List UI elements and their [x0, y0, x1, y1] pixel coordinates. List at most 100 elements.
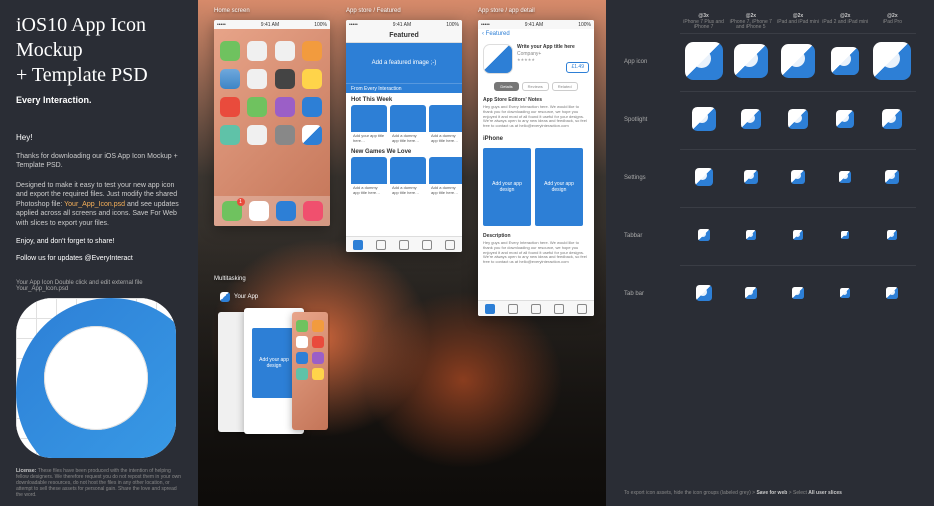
asset-cell: [869, 149, 916, 207]
multitask-card[interactable]: [292, 312, 328, 430]
row-label: Spotlight: [624, 91, 680, 149]
app-icon[interactable]: [247, 69, 267, 89]
asset-icon[interactable]: [841, 231, 849, 239]
tab-icon[interactable]: [422, 240, 432, 250]
mockup-appstore-detail[interactable]: •••••9:41 AM100% ‹ Featured Write your A…: [478, 20, 594, 316]
app-icon[interactable]: [247, 97, 267, 117]
back-button[interactable]: ‹ Featured: [478, 29, 594, 39]
asset-cell: [822, 91, 869, 149]
asset-cell: [680, 33, 727, 91]
tab-icon[interactable]: [445, 240, 455, 250]
asset-icon[interactable]: [695, 168, 713, 186]
asset-icon[interactable]: [792, 287, 804, 299]
dock-safari-icon[interactable]: [276, 201, 296, 221]
row-label: Tabbar: [624, 207, 680, 265]
app-icon[interactable]: [220, 69, 240, 89]
app-icon[interactable]: [275, 125, 295, 145]
label-featured: App store / Featured: [346, 8, 401, 14]
asset-icon[interactable]: [745, 287, 757, 299]
your-app-icon[interactable]: [302, 125, 322, 145]
asset-icon[interactable]: [840, 288, 850, 298]
app-card[interactable]: Add a dummy app title here…: [429, 157, 462, 197]
app-card[interactable]: Add a dummy app title here…: [429, 105, 462, 145]
asset-icon[interactable]: [882, 109, 902, 129]
asset-cell: [727, 91, 774, 149]
asset-cell: [774, 33, 821, 91]
asset-icon[interactable]: [692, 107, 716, 131]
tab-featured-icon[interactable]: [353, 240, 363, 250]
app-icon[interactable]: [247, 41, 267, 61]
app-card[interactable]: Add a dummy app title here…: [351, 157, 387, 197]
asset-icon[interactable]: [887, 230, 897, 240]
thanks-text: Thanks for downloading our iOS App Icon …: [16, 152, 182, 171]
title-line1: iOS10 App Icon: [16, 14, 182, 37]
price-button[interactable]: £1.49: [566, 62, 589, 73]
psd-link[interactable]: Your_App_Icon.psd: [64, 201, 125, 208]
seg-reviews[interactable]: Reviews: [522, 82, 549, 91]
follow-text: Follow us for updates @EveryInteract: [16, 255, 182, 262]
asset-cell: [774, 265, 821, 323]
tab-icon[interactable]: [376, 240, 386, 250]
asset-icon[interactable]: [781, 44, 815, 78]
app-icon[interactable]: [220, 41, 240, 61]
seg-related[interactable]: Related: [552, 82, 578, 91]
app-card[interactable]: Add a dummy app title here…: [390, 157, 426, 197]
asset-icon[interactable]: [698, 229, 710, 241]
asset-icon[interactable]: [788, 109, 808, 129]
asset-icon[interactable]: [685, 42, 723, 80]
asset-icon[interactable]: [839, 171, 851, 183]
dock-mail-icon[interactable]: [249, 201, 269, 221]
app-icon[interactable]: [247, 125, 267, 145]
home-app-grid: [214, 29, 330, 145]
subtitle: Every Interaction.: [16, 95, 182, 105]
app-icon[interactable]: [275, 97, 295, 117]
license-text: License: These files have been produced …: [16, 468, 182, 498]
asset-icon[interactable]: [746, 230, 756, 240]
dock-music-icon[interactable]: [303, 201, 323, 221]
asset-icon[interactable]: [791, 170, 805, 184]
asset-icon[interactable]: [886, 287, 898, 299]
app-card[interactable]: Add your app title here…: [351, 105, 387, 145]
app-card[interactable]: Add a dummy app title here…: [390, 105, 426, 145]
asset-cell: [822, 33, 869, 91]
app-icon[interactable]: [302, 97, 322, 117]
instructions-text: Designed to make it easy to test your ne…: [16, 181, 182, 228]
tab-icon[interactable]: [531, 304, 541, 314]
icon-circle: [44, 326, 148, 430]
mockup-multitask[interactable]: Your App Add your app design: [214, 288, 330, 440]
tab-icon[interactable]: [399, 240, 409, 250]
asset-icon[interactable]: [696, 285, 712, 301]
description: Description Hey guys and Every Interacti…: [478, 230, 594, 268]
app-icon[interactable]: [275, 41, 295, 61]
asset-icon[interactable]: [744, 170, 758, 184]
tab-featured-icon[interactable]: [485, 304, 495, 314]
psd-link-2[interactable]: Your_App_Icon.psd: [16, 286, 68, 292]
asset-icon[interactable]: [831, 47, 859, 75]
asset-icon[interactable]: [836, 110, 854, 128]
tab-icon[interactable]: [577, 304, 587, 314]
mockup-home-screen[interactable]: •••••9:41 AM100% 1: [214, 20, 330, 226]
iphone-label: iPhone: [478, 132, 594, 144]
tab-icon[interactable]: [554, 304, 564, 314]
app-icon[interactable]: [302, 41, 322, 61]
asset-icon[interactable]: [873, 42, 911, 80]
app-icon[interactable]: [302, 69, 322, 89]
app-icon-preview[interactable]: [16, 298, 176, 458]
app-icon[interactable]: [220, 125, 240, 145]
col-header: @2xiPhone 7, iPhone 7 and iPhone 5: [727, 14, 774, 33]
status-bar: •••••9:41 AM100%: [478, 20, 594, 29]
twitter-link[interactable]: @EveryInteract: [84, 255, 132, 262]
screenshot[interactable]: Add your app design: [535, 148, 583, 226]
from-banner: From Every Interaction: [346, 83, 462, 93]
screenshot[interactable]: Add your app design: [483, 148, 531, 226]
asset-icon[interactable]: [793, 230, 803, 240]
app-icon[interactable]: [275, 69, 295, 89]
asset-icon[interactable]: [741, 109, 761, 129]
asset-icon[interactable]: [734, 44, 768, 78]
featured-hero[interactable]: Add a featured image ;-): [346, 43, 462, 83]
asset-icon[interactable]: [885, 170, 899, 184]
mockup-appstore-featured[interactable]: •••••9:41 AM100% Featured Add a featured…: [346, 20, 462, 252]
tab-icon[interactable]: [508, 304, 518, 314]
seg-details[interactable]: Details: [494, 82, 518, 91]
app-icon[interactable]: [220, 97, 240, 117]
